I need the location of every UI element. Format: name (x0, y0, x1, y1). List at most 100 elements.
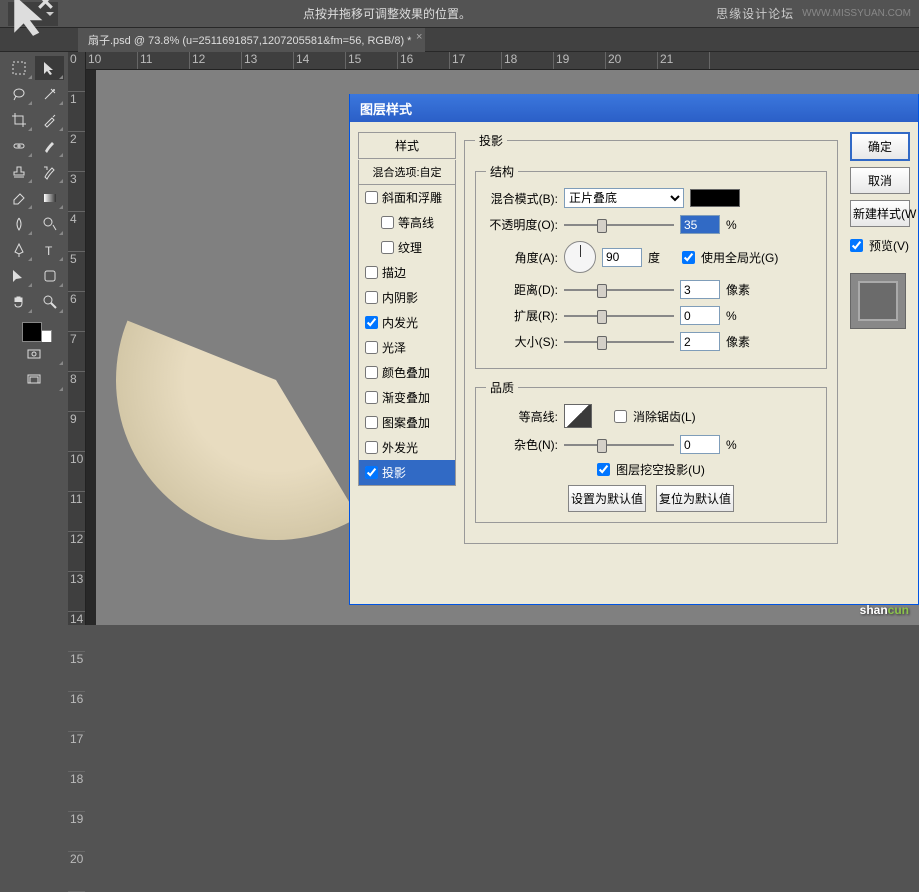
style-checkbox[interactable] (365, 416, 378, 429)
style-item[interactable]: 斜面和浮雕 (359, 185, 455, 210)
healing-tool[interactable] (4, 134, 33, 158)
quickmask-toggle[interactable] (4, 342, 64, 366)
contour-picker[interactable] (564, 404, 592, 428)
preview-label: 预览(V) (869, 237, 909, 254)
shadow-color-swatch[interactable] (690, 189, 740, 207)
move-tool[interactable] (35, 56, 64, 80)
spread-unit: % (726, 309, 754, 323)
noise-label: 杂色(N): (486, 436, 558, 453)
style-item[interactable]: 内阴影 (359, 285, 455, 310)
lasso-tool[interactable] (4, 82, 33, 106)
opacity-input[interactable] (680, 215, 720, 234)
size-input[interactable] (680, 332, 720, 351)
noise-unit: % (726, 438, 754, 452)
history-brush-tool[interactable] (35, 160, 64, 184)
style-checkbox[interactable] (365, 466, 378, 479)
style-label: 内阴影 (382, 289, 418, 306)
dialog-title: 图层样式 (350, 94, 918, 122)
stamp-tool[interactable] (4, 160, 33, 184)
style-checkbox[interactable] (365, 391, 378, 404)
styles-header[interactable]: 样式 (358, 132, 456, 159)
screen-mode-toggle[interactable] (4, 368, 64, 392)
style-checkbox[interactable] (365, 266, 378, 279)
hand-tool[interactable] (4, 290, 33, 314)
reset-default-button[interactable]: 复位为默认值 (656, 485, 734, 512)
style-item[interactable]: 渐变叠加 (359, 385, 455, 410)
quality-legend: 品质 (486, 379, 518, 396)
style-item[interactable]: 内发光 (359, 310, 455, 335)
use-global-light-label: 使用全局光(G) (701, 249, 778, 266)
ok-button[interactable]: 确定 (850, 132, 910, 161)
style-label: 投影 (382, 464, 406, 481)
noise-input[interactable] (680, 435, 720, 454)
style-item[interactable]: 图案叠加 (359, 410, 455, 435)
style-label: 纹理 (398, 239, 422, 256)
size-slider[interactable] (564, 333, 674, 351)
shape-tool[interactable] (35, 264, 64, 288)
distance-slider[interactable] (564, 281, 674, 299)
zoom-tool[interactable] (35, 290, 64, 314)
antialias-checkbox[interactable] (614, 410, 627, 423)
brush-tool[interactable] (35, 134, 64, 158)
style-item[interactable]: 投影 (359, 460, 455, 485)
angle-input[interactable] (602, 248, 642, 267)
style-item[interactable]: 颜色叠加 (359, 360, 455, 385)
type-tool[interactable]: T (35, 238, 64, 262)
style-item[interactable]: 外发光 (359, 435, 455, 460)
angle-dial[interactable] (564, 241, 596, 273)
style-label: 内发光 (382, 314, 418, 331)
style-label: 等高线 (398, 214, 434, 231)
style-checkbox[interactable] (365, 191, 378, 204)
style-checkbox[interactable] (381, 216, 394, 229)
style-item[interactable]: 等高线 (359, 210, 455, 235)
fg-color-swatch[interactable] (22, 322, 42, 342)
brand-url: WWW.MISSYUAN.COM (802, 8, 911, 19)
style-checkbox[interactable] (365, 291, 378, 304)
current-tool-indicator[interactable] (8, 2, 58, 26)
style-label: 图案叠加 (382, 414, 430, 431)
set-default-button[interactable]: 设置为默认值 (568, 485, 646, 512)
distance-input[interactable] (680, 280, 720, 299)
document-tab[interactable]: 扇子.psd @ 73.8% (u=2511691857,1207205581&… (78, 28, 425, 52)
styles-list-column: 样式 混合选项:自定 斜面和浮雕等高线纹理描边内阴影内发光光泽颜色叠加渐变叠加图… (358, 132, 456, 594)
panel-title: 投影 (475, 132, 507, 149)
spread-slider[interactable] (564, 307, 674, 325)
opacity-unit: % (726, 218, 754, 232)
angle-label: 角度(A): (486, 249, 558, 266)
style-item[interactable]: 纹理 (359, 235, 455, 260)
eyedropper-tool[interactable] (35, 108, 64, 132)
document-tabs: 扇子.psd @ 73.8% (u=2511691857,1207205581&… (0, 28, 919, 52)
dodge-tool[interactable] (35, 212, 64, 236)
blend-options-item[interactable]: 混合选项:自定 (358, 160, 456, 185)
style-checkbox[interactable] (365, 316, 378, 329)
noise-slider[interactable] (564, 436, 674, 454)
ruler-vertical: 01234567891011121314151617181920 (68, 52, 86, 625)
path-select-tool[interactable] (4, 264, 33, 288)
knockout-checkbox[interactable] (597, 463, 610, 476)
cancel-button[interactable]: 取消 (850, 167, 910, 194)
pen-tool[interactable] (4, 238, 33, 262)
opacity-slider[interactable] (564, 216, 674, 234)
style-checkbox[interactable] (365, 366, 378, 379)
marquee-tool[interactable] (4, 56, 33, 80)
gradient-tool[interactable] (35, 186, 64, 210)
style-checkbox[interactable] (365, 441, 378, 454)
new-style-button[interactable]: 新建样式(W (850, 200, 910, 227)
spread-input[interactable] (680, 306, 720, 325)
blur-tool[interactable] (4, 212, 33, 236)
use-global-light-checkbox[interactable] (682, 251, 695, 264)
style-item[interactable]: 光泽 (359, 335, 455, 360)
preview-checkbox[interactable] (850, 239, 863, 252)
style-checkbox[interactable] (381, 241, 394, 254)
preview-swatch (850, 273, 906, 329)
style-checkbox[interactable] (365, 341, 378, 354)
antialias-label: 消除锯齿(L) (633, 408, 696, 425)
angle-unit: 度 (648, 249, 676, 266)
spread-label: 扩展(R): (486, 307, 558, 324)
style-item[interactable]: 描边 (359, 260, 455, 285)
blend-mode-select[interactable]: 正片叠底 (564, 188, 684, 208)
style-label: 光泽 (382, 339, 406, 356)
crop-tool[interactable] (4, 108, 33, 132)
magic-wand-tool[interactable] (35, 82, 64, 106)
eraser-tool[interactable] (4, 186, 33, 210)
